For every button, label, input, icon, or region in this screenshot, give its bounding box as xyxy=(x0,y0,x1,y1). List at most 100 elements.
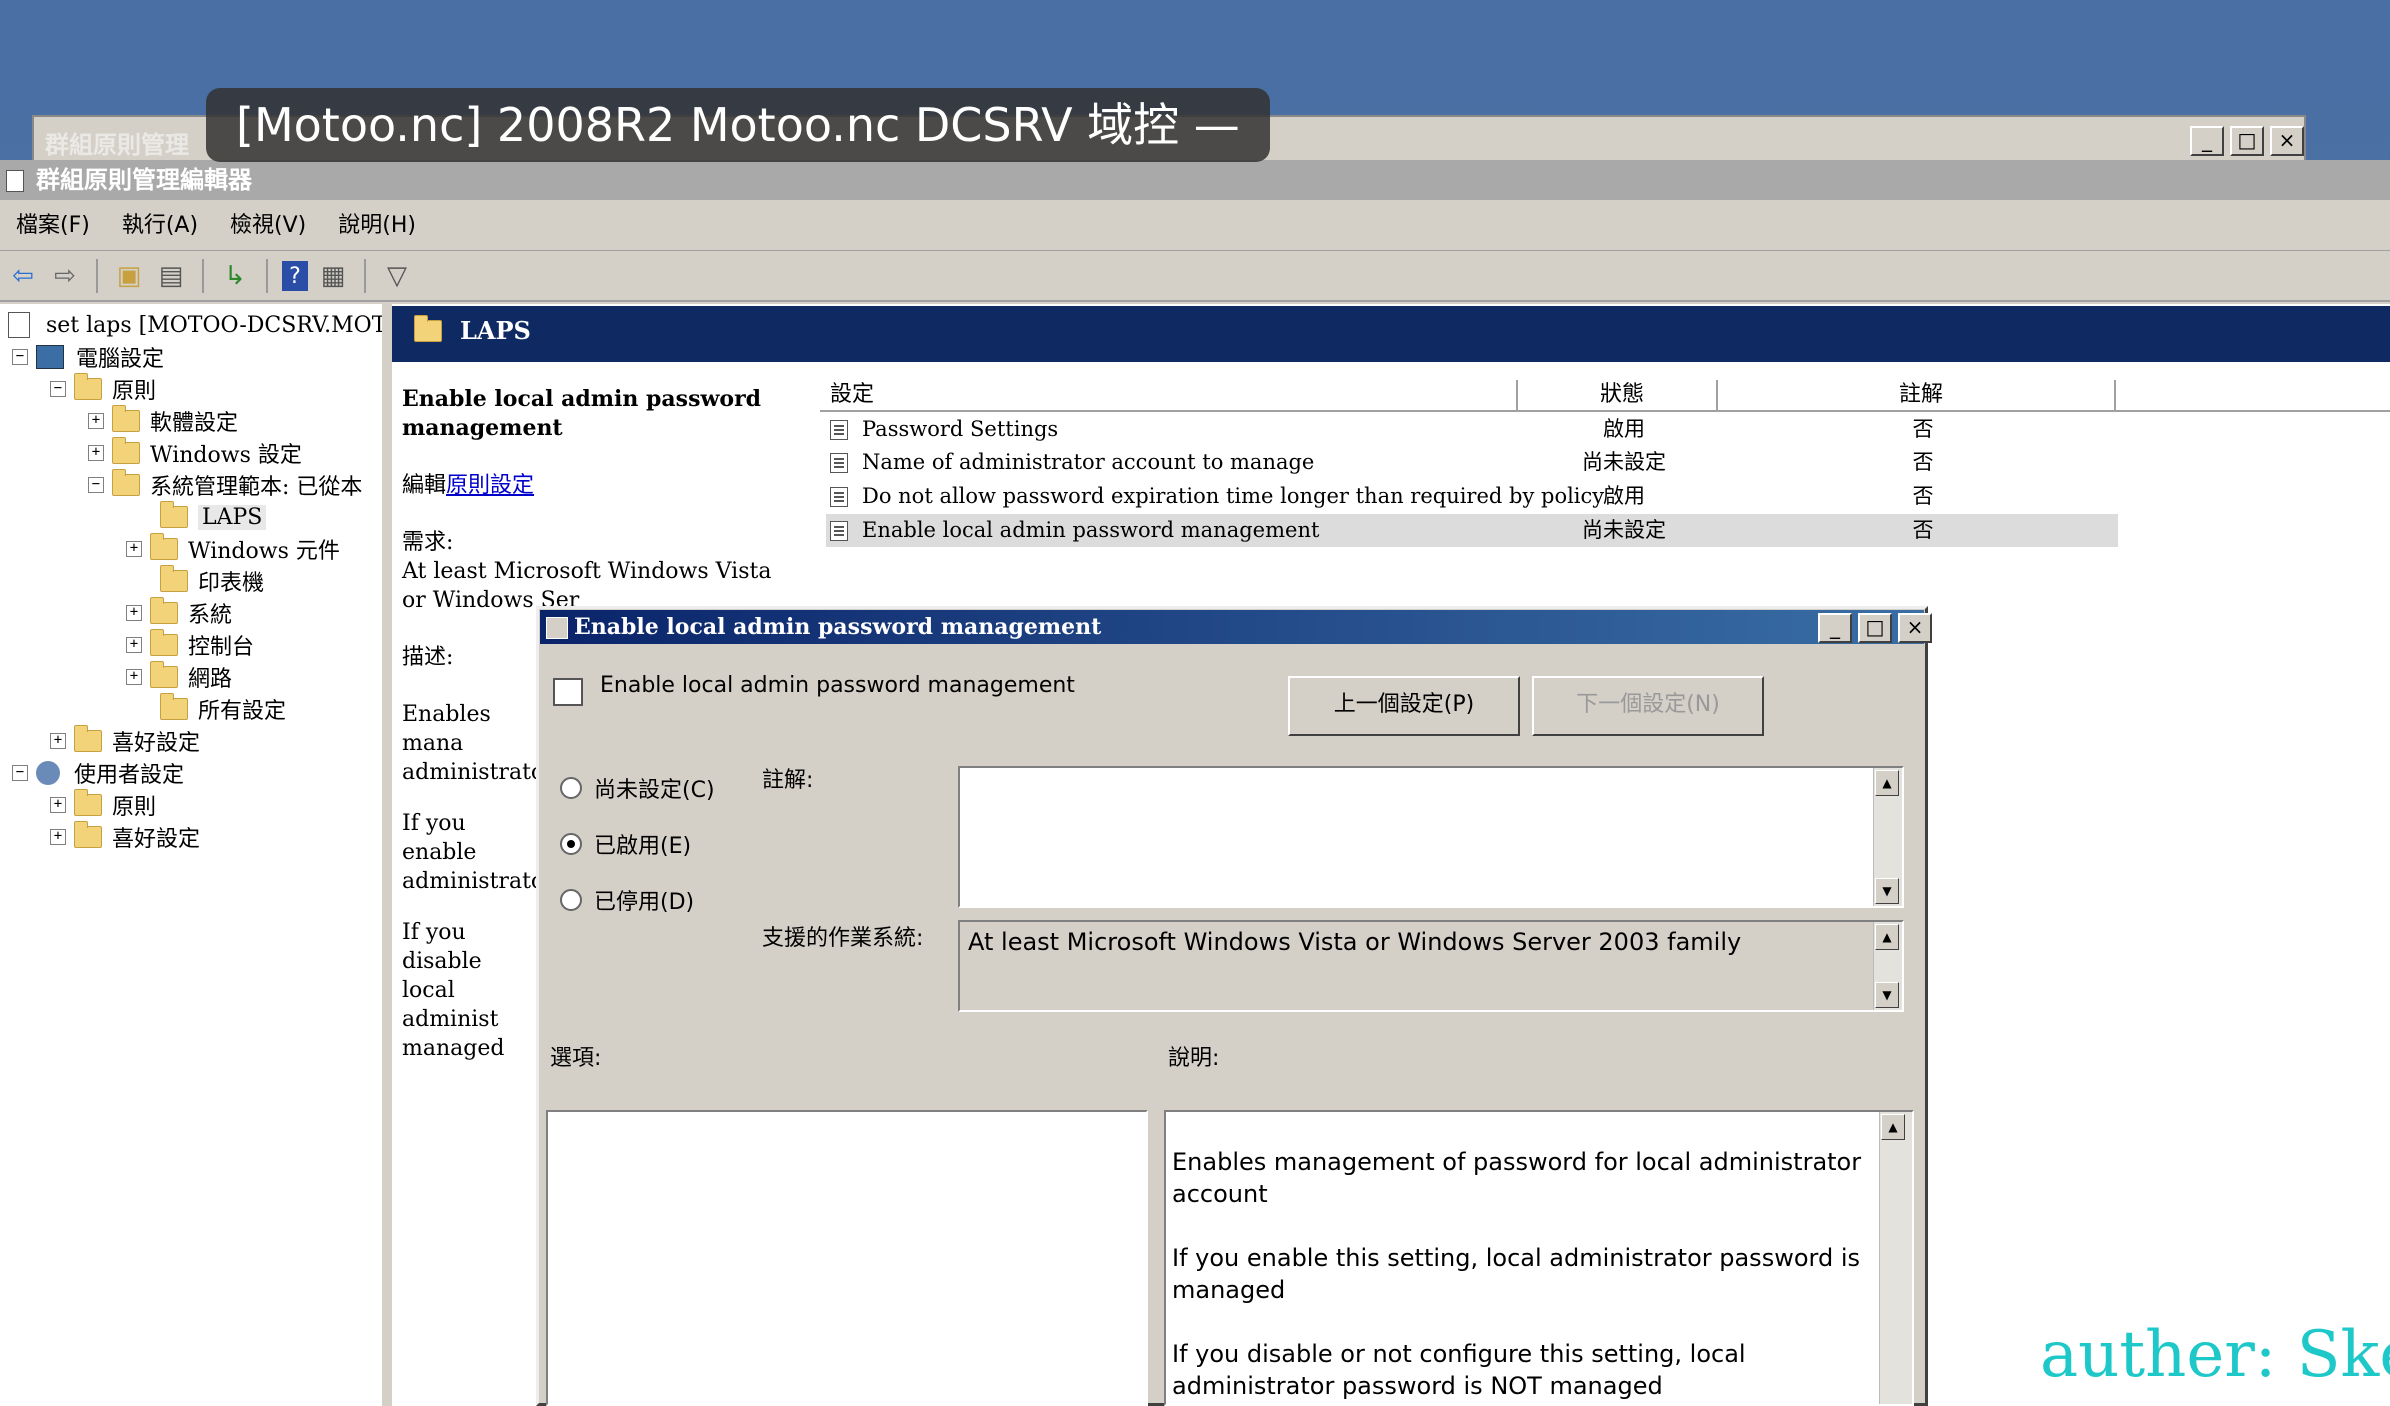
dialog-title-bar[interactable]: Enable local admin password management xyxy=(540,610,1924,644)
collapse-icon[interactable]: − xyxy=(12,765,28,781)
editor-title-bar: 群組原則管理編輯器 xyxy=(0,160,2390,200)
comment-textarea[interactable]: ▲ ▼ xyxy=(958,766,1904,908)
scroll-up-icon[interactable]: ▲ xyxy=(1875,770,1899,796)
tree-item-policies[interactable]: − 原則 xyxy=(50,373,156,405)
close-button[interactable]: × xyxy=(2270,126,2304,156)
expand-icon[interactable]: + xyxy=(50,733,66,749)
help-icon[interactable]: ? xyxy=(282,261,308,291)
tree-item-computer-preferences[interactable]: + 喜好設定 xyxy=(50,725,200,757)
list-area-top xyxy=(800,362,2390,380)
settings-list-header: 設定 狀態 註解 xyxy=(820,380,2390,412)
tree-item-printers[interactable]: 印表機 xyxy=(160,565,264,597)
scroll-up-icon[interactable]: ▲ xyxy=(1875,924,1899,950)
tree-item-label: 印表機 xyxy=(198,571,265,596)
setting-state: 尚未設定 xyxy=(1582,450,1666,474)
description-paragraph-2: If you enable administrator xyxy=(402,811,555,894)
tree-item-windows-settings[interactable]: + Windows 設定 xyxy=(88,437,302,469)
details-header-title: LAPS xyxy=(460,316,531,345)
expand-icon[interactable]: + xyxy=(88,413,104,429)
radio-button[interactable] xyxy=(560,833,582,855)
scroll-down-icon[interactable]: ▼ xyxy=(1875,982,1899,1008)
dialog-setting-name: Enable local admin password management xyxy=(600,673,1075,698)
setting-name: Do not allow password expiration time lo… xyxy=(862,484,1605,508)
expand-icon[interactable]: + xyxy=(126,669,142,685)
tree-item-system[interactable]: + 系統 xyxy=(126,597,232,629)
setting-comment: 否 xyxy=(1912,484,1934,508)
options-panel[interactable] xyxy=(546,1110,1148,1406)
expand-icon[interactable]: + xyxy=(50,797,66,813)
tree-item-laps[interactable]: LAPS xyxy=(160,501,267,533)
minimize-button[interactable]: _ xyxy=(1818,613,1852,643)
menu-view[interactable]: 檢視(V) xyxy=(214,202,322,250)
radio-button[interactable] xyxy=(560,889,582,911)
show-hide-tree-icon[interactable]: ▤ xyxy=(154,259,188,293)
expand-icon[interactable]: + xyxy=(126,637,142,653)
menu-action[interactable]: 執行(A) xyxy=(106,202,214,250)
folder-icon xyxy=(150,629,178,656)
help-panel[interactable]: Enables management of password for local… xyxy=(1164,1110,1914,1406)
minimize-button[interactable]: _ xyxy=(2190,126,2224,156)
tree-item-user-config[interactable]: − 使用者設定 xyxy=(12,757,184,789)
folder-icon xyxy=(74,373,102,400)
properties-icon[interactable]: ▦ xyxy=(316,259,350,293)
table-row-selected[interactable]: Enable local admin password management 尚… xyxy=(826,514,2118,547)
collapse-icon[interactable]: − xyxy=(12,349,28,365)
maximize-button[interactable]: □ xyxy=(2230,126,2264,156)
scroll-down-icon[interactable]: ▼ xyxy=(1875,878,1899,904)
radio-button[interactable] xyxy=(560,777,582,799)
tree-item-software-settings[interactable]: + 軟體設定 xyxy=(88,405,238,437)
radio-enabled[interactable]: 已啟用(E) xyxy=(560,828,691,860)
scrollbar[interactable]: ▲ ▼ xyxy=(1873,768,1902,906)
tree-item-control-panel[interactable]: + 控制台 xyxy=(126,629,254,661)
comment-label: 註解: xyxy=(762,768,814,793)
forward-icon[interactable]: ⇨ xyxy=(48,259,82,293)
setting-comment: 否 xyxy=(1912,417,1934,441)
tree-item-computer-config[interactable]: − 電腦設定 xyxy=(12,341,164,373)
radio-disabled[interactable]: 已停用(D) xyxy=(560,884,694,916)
description-paragraph-3: If you disable local administ managed xyxy=(402,920,505,1061)
scrollbar[interactable]: ▲ ▼ xyxy=(1873,922,1902,1010)
folder-icon xyxy=(150,661,178,688)
tree-item-all-settings[interactable]: 所有設定 xyxy=(160,693,286,725)
menu-file[interactable]: 檔案(F) xyxy=(0,202,106,250)
column-header-setting[interactable]: 設定 xyxy=(820,380,1518,410)
expand-icon[interactable]: + xyxy=(126,541,142,557)
table-row[interactable]: Password Settings 啟用 否 xyxy=(826,413,2116,446)
collapse-icon[interactable]: − xyxy=(88,477,104,493)
toolbar-separator xyxy=(266,259,268,293)
column-header-state[interactable]: 狀態 xyxy=(1518,380,1718,410)
scroll-up-icon[interactable]: ▲ xyxy=(1881,1114,1905,1140)
help-paragraph-1: Enables management of password for local… xyxy=(1172,1148,1862,1208)
radio-label: 尚未設定(C) xyxy=(594,778,715,803)
tree-item-user-preferences[interactable]: + 喜好設定 xyxy=(50,821,200,853)
next-setting-button[interactable]: 下一個設定(N) xyxy=(1532,676,1764,736)
table-row[interactable]: Name of administrator account to manage … xyxy=(826,446,2116,479)
toolbar-separator xyxy=(202,259,204,293)
edit-policy-link[interactable]: 原則設定 xyxy=(446,473,534,498)
folder-icon xyxy=(160,501,188,528)
tree-item-network[interactable]: + 網路 xyxy=(126,661,232,693)
tree-item-label: 系統管理範本: 已從本 xyxy=(150,475,363,500)
table-row[interactable]: Do not allow password expiration time lo… xyxy=(826,480,2116,513)
expand-icon[interactable]: + xyxy=(126,605,142,621)
previous-setting-button[interactable]: 上一個設定(P) xyxy=(1288,676,1520,736)
scrollbar[interactable]: ▲ xyxy=(1879,1112,1912,1404)
up-folder-icon[interactable]: ▣ xyxy=(112,259,146,293)
expand-icon[interactable]: + xyxy=(50,829,66,845)
tree-item-gpo-root[interactable]: set laps [MOTOO-DCSRV.MOTOO xyxy=(8,309,382,341)
maximize-button[interactable]: □ xyxy=(1858,613,1892,643)
setting-state: 啟用 xyxy=(1603,417,1645,441)
collapse-icon[interactable]: − xyxy=(50,381,66,397)
tree-item-user-policies[interactable]: + 原則 xyxy=(50,789,156,821)
close-button[interactable]: × xyxy=(1898,613,1932,643)
back-icon[interactable]: ⇦ xyxy=(6,259,40,293)
export-icon[interactable]: ↳ xyxy=(218,259,252,293)
filter-icon[interactable]: ▽ xyxy=(380,259,414,293)
expand-icon[interactable]: + xyxy=(88,445,104,461)
setting-name: Enable local admin password management xyxy=(862,518,1320,542)
menu-help[interactable]: 說明(H) xyxy=(322,202,432,250)
column-header-comment[interactable]: 註解 xyxy=(1718,380,2116,410)
tree-item-admin-templates[interactable]: − 系統管理範本: 已從本 xyxy=(88,469,362,501)
tree-item-windows-components[interactable]: + Windows 元件 xyxy=(126,533,340,565)
radio-not-configured[interactable]: 尚未設定(C) xyxy=(560,772,715,804)
